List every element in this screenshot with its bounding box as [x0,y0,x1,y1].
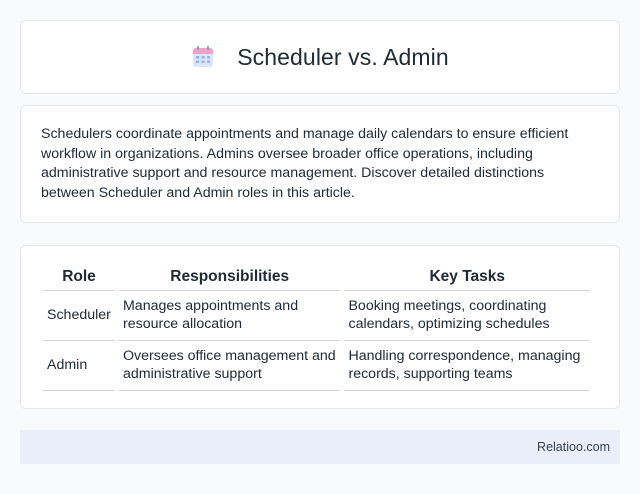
footer-brand: Relatioo.com [537,440,610,454]
cell-role: Admin [43,341,115,391]
page-title: Scheduler vs. Admin [237,43,449,70]
cell-role: Scheduler [43,291,115,341]
comparison-card: Role Responsibilities Key Tasks Schedule… [20,245,620,409]
cell-responsibilities: Manages appointments and resource alloca… [118,291,341,341]
table-row: Scheduler Manages appointments and resou… [43,291,590,341]
header-responsibilities: Responsibilities [118,266,341,291]
comparison-table: Role Responsibilities Key Tasks Schedule… [39,266,594,391]
table-header-row: Role Responsibilities Key Tasks [43,266,590,291]
table-row: Admin Oversees office management and adm… [43,341,590,391]
calendar-icon [191,45,215,69]
cell-key-tasks: Handling correspondence, managing record… [344,341,590,391]
cell-responsibilities: Oversees office management and administr… [118,341,341,391]
description-card: Schedulers coordinate appointments and m… [20,105,620,223]
footer: Relatioo.com [20,430,620,464]
header-key-tasks: Key Tasks [344,266,590,291]
title-card: Scheduler vs. Admin [20,20,620,94]
header-role: Role [43,266,115,291]
cell-key-tasks: Booking meetings, coordinating calendars… [344,291,590,341]
description-text: Schedulers coordinate appointments and m… [41,126,569,201]
